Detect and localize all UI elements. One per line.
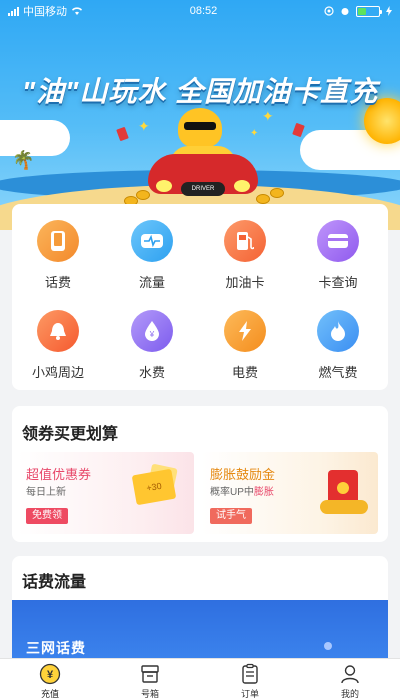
charging-icon — [386, 6, 392, 16]
coupon-title: 超值优惠券 — [26, 467, 92, 482]
flame-icon — [317, 310, 359, 352]
box-icon — [139, 663, 161, 685]
service-label: 话费 — [44, 275, 71, 290]
location-icon — [324, 6, 334, 16]
alarm-icon — [341, 8, 349, 15]
claim-free-button[interactable]: 免费领 — [26, 508, 68, 524]
carousel-dot — [324, 642, 332, 650]
carrier-banner[interactable]: 三网话费 — [12, 600, 388, 666]
clock-time: 08:52 — [189, 5, 218, 17]
service-card-query[interactable]: 卡查询 — [298, 220, 378, 291]
coin-pile-icon — [320, 500, 368, 514]
user-icon — [339, 663, 361, 685]
service-label: 水费 — [138, 365, 165, 380]
coin-icon — [256, 194, 270, 204]
phone-data-section: 话费流量 三网话费 — [12, 556, 388, 666]
car-plate: DRIVER — [181, 182, 225, 196]
service-fuel-card[interactable]: 加油卡 — [205, 220, 285, 291]
service-chick-merch[interactable]: 小鸡周边 — [18, 310, 98, 381]
coin-icon — [270, 188, 284, 198]
coupon-title: 膨胀鼓励金 — [210, 467, 276, 482]
battery-icon — [356, 5, 382, 17]
service-label: 卡查询 — [318, 275, 358, 290]
bell-icon — [37, 310, 79, 352]
palm-tree-icon: 🌴 — [12, 150, 35, 170]
tab-label: 号箱 — [140, 689, 159, 699]
tab-orders[interactable]: 订单 — [200, 659, 300, 699]
hero-banner[interactable]: 🌴 "油"山玩水 全国加油卡直充 ✦ ✦ ✦ DRIVER — [0, 0, 400, 230]
coupon-subtitle: 概率UP中膨胀 — [210, 487, 274, 498]
coupon-section: 领券买更划算 超值优惠券 每日上新 免费领 +30 膨胀鼓励金 概率UP中膨胀 … — [12, 406, 388, 542]
service-label: 燃气费 — [318, 365, 358, 380]
try-luck-button[interactable]: 试手气 — [210, 508, 252, 524]
fuel-pump-icon — [224, 220, 266, 262]
service-label: 流量 — [138, 275, 165, 290]
service-electric-bill[interactable]: 电费 — [205, 310, 285, 381]
tab-label: 充值 — [40, 689, 59, 699]
car-headlight — [156, 180, 172, 192]
hero-title: "油"山玩水 全国加油卡直充 — [21, 76, 379, 107]
service-label: 电费 — [231, 365, 258, 380]
service-gas-bill[interactable]: 燃气费 — [298, 310, 378, 381]
tab-recharge[interactable]: ¥ 充值 — [0, 659, 100, 699]
red-envelope-icon — [292, 122, 305, 138]
order-list-icon — [239, 663, 261, 685]
coupon-bonus-card[interactable]: 膨胀鼓励金 概率UP中膨胀 试手气 — [202, 452, 378, 534]
service-grid: 话费 流量 加油卡 卡查询 小鸡周边 ¥ 水费 电费 燃气费 — [12, 204, 388, 390]
sunglasses-icon — [184, 122, 216, 130]
coin-icon — [136, 190, 150, 200]
red-car: DRIVER — [148, 140, 258, 196]
tab-label: 我的 — [340, 689, 359, 699]
section-title: 话费流量 — [22, 574, 87, 591]
star-icon: ✦ — [262, 108, 274, 124]
card-icon — [317, 220, 359, 262]
signal-icon — [8, 6, 19, 16]
service-data-flow[interactable]: 流量 — [112, 220, 192, 291]
carrier-name: 中国移动 — [23, 6, 67, 18]
tab-box[interactable]: 号箱 — [100, 659, 200, 699]
svg-text:¥: ¥ — [149, 330, 155, 339]
tab-mine[interactable]: 我的 — [300, 659, 400, 699]
coupon-subtitle: 每日上新 — [26, 487, 66, 498]
tab-label: 订单 — [240, 689, 259, 699]
water-drop-icon: ¥ — [131, 310, 173, 352]
status-bar: 中国移动 08:52 — [0, 0, 400, 22]
service-water-bill[interactable]: ¥ 水费 — [112, 310, 192, 381]
pulse-icon — [131, 220, 173, 262]
wifi-icon — [72, 7, 82, 15]
bottom-tab-bar: ¥ 充值 号箱 订单 我的 — [0, 658, 400, 699]
star-icon: ✦ — [138, 118, 150, 134]
service-label: 加油卡 — [225, 275, 265, 290]
ticket-icon: +30 — [131, 468, 177, 506]
recharge-icon: ¥ — [39, 663, 61, 685]
red-envelope-icon — [116, 126, 129, 142]
coupon-value-card[interactable]: 超值优惠券 每日上新 免费领 +30 — [18, 452, 194, 534]
car-headlight — [234, 180, 250, 192]
lightning-icon — [224, 310, 266, 352]
phone-icon — [37, 220, 79, 262]
section-title: 领券买更划算 — [22, 426, 119, 443]
service-label: 小鸡周边 — [31, 365, 84, 380]
banner-text: 三网话费 — [26, 640, 86, 656]
service-phone-bill[interactable]: 话费 — [18, 220, 98, 291]
cloud — [0, 120, 70, 156]
svg-text:¥: ¥ — [47, 669, 54, 681]
star-icon: ✦ — [250, 128, 259, 139]
